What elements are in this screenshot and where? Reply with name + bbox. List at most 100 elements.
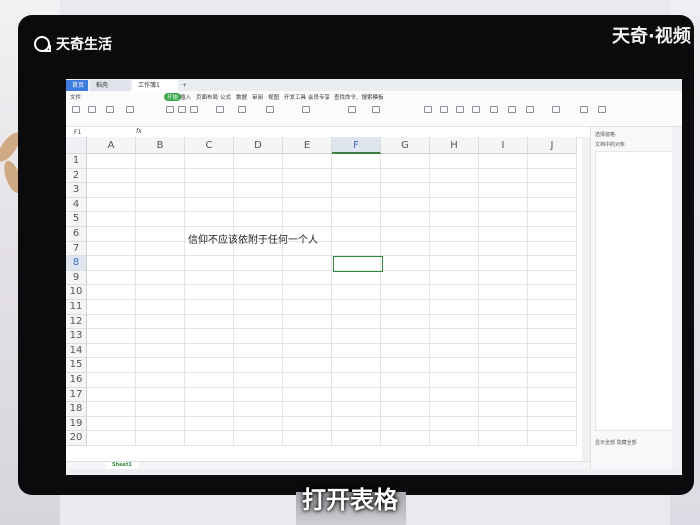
title-bar: 首页 稻壳 工作簿1 + (66, 79, 682, 91)
spreadsheet-grid[interactable]: ABCDEFGHIJ 1 2 3 4 5 6 7 8 9 10 11 12 13 14 15 16 17 18 19… (66, 137, 577, 461)
italic-icon[interactable] (178, 106, 186, 113)
freeze-icon[interactable] (552, 106, 560, 113)
find-icon[interactable] (580, 106, 588, 113)
condition-format-icon[interactable] (348, 106, 356, 113)
grid-line (87, 445, 577, 446)
grid-line (87, 196, 577, 198)
tab-home[interactable]: 首页 (66, 80, 88, 91)
menu-review[interactable]: 审阅 (252, 93, 263, 101)
grid-line (87, 386, 577, 388)
column-header[interactable]: B (136, 137, 185, 154)
column-header[interactable]: J (528, 137, 577, 154)
menu-home[interactable]: 开始 (164, 93, 182, 101)
pane-footer[interactable]: 显示全部 隐藏全部 (595, 439, 637, 446)
cell-c5-text[interactable]: 信仰不应该依附于任何一个人 (188, 231, 318, 246)
tab-workbook[interactable]: 工作簿1 (132, 80, 178, 91)
menu-bar: 文件 开始 插入 页面布局 公式 数据 审阅 视图 开发工具 会员专享 查找命令… (66, 91, 682, 102)
menu-data[interactable]: 数据 (236, 93, 247, 101)
tab-docer[interactable]: 稻壳 (90, 80, 130, 91)
bold-icon[interactable] (166, 106, 174, 113)
fx-icon[interactable]: fx (136, 128, 142, 135)
paste-icon[interactable] (72, 106, 80, 113)
row-header[interactable]: 12 (66, 314, 87, 330)
command-search[interactable]: 查找命令、搜索模板 (334, 93, 384, 101)
row-header[interactable]: 6 (66, 227, 87, 242)
sort-icon[interactable] (456, 106, 464, 113)
row-header[interactable]: 4 (66, 197, 87, 213)
filter-icon[interactable] (440, 106, 448, 113)
menu-formulas[interactable]: 公式 (220, 93, 231, 101)
worksheet-icon[interactable] (526, 106, 534, 113)
column-header[interactable]: A (87, 137, 136, 154)
format-painter-icon[interactable] (106, 106, 114, 113)
grid-line (87, 269, 577, 271)
row-header[interactable]: 18 (66, 402, 87, 417)
grid-line (87, 372, 577, 373)
row-header[interactable]: 10 (66, 285, 87, 300)
grid-line (87, 401, 577, 403)
row-header[interactable]: 3 (66, 183, 87, 198)
menu-view[interactable]: 视图 (268, 93, 279, 101)
column-header[interactable]: I (479, 137, 528, 154)
number-format-icon[interactable] (302, 106, 310, 113)
menu-page-layout[interactable]: 页面布局 (196, 93, 218, 101)
menu-insert[interactable]: 插入 (180, 93, 191, 101)
grid-line (184, 154, 185, 446)
select-all-corner[interactable] (66, 137, 87, 154)
row-header[interactable]: 14 (66, 343, 87, 359)
selected-cell[interactable] (333, 256, 383, 272)
row-header[interactable]: 9 (66, 270, 87, 286)
vertical-scrollbar[interactable] (582, 137, 590, 461)
table-style-icon[interactable] (372, 106, 380, 113)
column-header[interactable]: H (430, 137, 479, 154)
row-header[interactable]: 13 (66, 329, 87, 344)
column-header[interactable]: E (283, 137, 332, 154)
row-header[interactable]: 19 (66, 416, 87, 432)
grid-line (478, 154, 479, 446)
menu-developer[interactable]: 开发工具 (284, 93, 306, 101)
row-header[interactable]: 20 (66, 431, 87, 446)
font-icon[interactable] (126, 106, 134, 113)
row-col-icon[interactable] (508, 106, 516, 113)
menu-file[interactable]: 文件 (70, 93, 81, 101)
grid-line (87, 299, 577, 300)
row-header[interactable]: 11 (66, 300, 87, 315)
align-icon[interactable] (216, 106, 224, 113)
wrap-icon[interactable] (266, 106, 274, 113)
grid-line (429, 154, 430, 446)
column-header[interactable]: G (381, 137, 430, 154)
fill-icon[interactable] (472, 106, 480, 113)
menu-member[interactable]: 会员专享 (308, 93, 330, 101)
name-box[interactable]: F1 (74, 129, 104, 136)
grid-line (87, 357, 577, 359)
grid-line (527, 154, 528, 446)
object-list[interactable] (595, 151, 673, 431)
grid-line (233, 154, 234, 446)
row-header[interactable]: 16 (66, 373, 87, 388)
row-header[interactable]: 15 (66, 358, 87, 373)
grid-line (87, 328, 577, 330)
column-header[interactable]: F (332, 137, 381, 154)
grid-line (87, 430, 577, 432)
row-header[interactable]: 17 (66, 387, 87, 403)
row-header[interactable]: 7 (66, 241, 87, 257)
watermark: 天奇·视频 (612, 26, 691, 47)
row-header[interactable]: 1 (66, 154, 87, 169)
merge-icon[interactable] (238, 106, 246, 113)
new-tab-button[interactable]: + (180, 80, 192, 91)
row-header[interactable]: 8 (66, 256, 87, 271)
row-header[interactable]: 5 (66, 212, 87, 227)
cell-icon[interactable] (490, 106, 498, 113)
grid-line (87, 211, 577, 213)
monitor-frame: 首页 稻壳 工作簿1 + 文件 开始 插入 页面布局 公式 数据 审阅 视图 开… (18, 15, 694, 495)
grid-line (87, 284, 577, 286)
column-header[interactable]: C (185, 137, 234, 154)
sum-icon[interactable] (424, 106, 432, 113)
underline-icon[interactable] (190, 106, 198, 113)
column-header[interactable]: D (234, 137, 283, 154)
ribbon-toolbar (66, 102, 682, 127)
cut-icon[interactable] (88, 106, 96, 113)
row-header[interactable]: 2 (66, 168, 87, 184)
symbol-icon[interactable] (598, 106, 606, 113)
pane-subtitle: 文档中的对象 (595, 142, 626, 148)
